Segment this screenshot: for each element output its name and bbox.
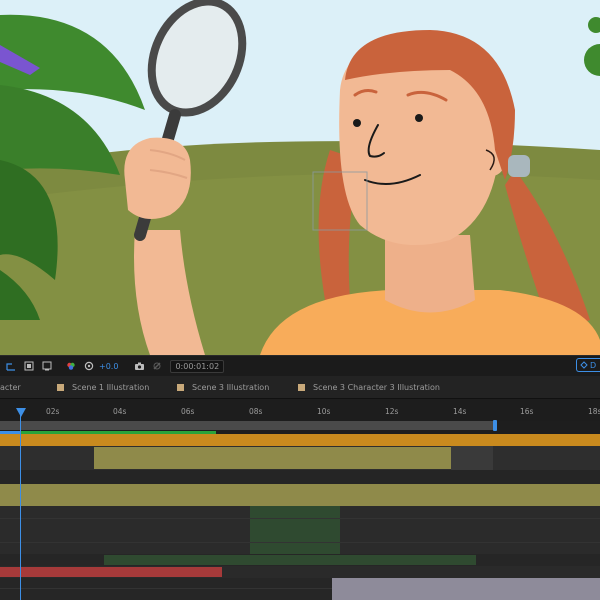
ruler-tick-label: 04s (113, 407, 127, 416)
exposure-reset-icon[interactable] (82, 359, 96, 373)
ruler-tick-label: 08s (249, 407, 263, 416)
composition-duration-bar[interactable] (0, 434, 600, 446)
exposure-value[interactable]: +0.0 (99, 362, 118, 371)
row-divider (0, 518, 600, 519)
tab-label: Scene 1 Illustration (72, 382, 150, 392)
color-channel-icon[interactable] (64, 359, 78, 373)
tab-scene-3-character-3-illustration[interactable]: Scene 3 Character 3 Illustration (298, 376, 440, 398)
tab-character[interactable]: acter (0, 376, 21, 398)
composition-icon (298, 383, 305, 391)
composition-flowchart-icon[interactable] (4, 359, 18, 373)
neck (385, 235, 475, 313)
layer-track-row (0, 470, 600, 484)
ruler-tick-label: 02s (46, 407, 60, 416)
viewer-toolbar: +0.0 0:00:01:02 D (0, 355, 600, 376)
layer-track-row (0, 506, 600, 554)
current-time-indicator-line[interactable] (20, 413, 21, 600)
work-area-end-handle[interactable] (493, 420, 497, 431)
tab-scene-3-illustration[interactable]: Scene 3 Illustration (177, 376, 269, 398)
ruler-tick-label: 18s (588, 407, 600, 416)
ruler-tick-label: 12s (385, 407, 399, 416)
layer-bar[interactable] (0, 567, 222, 577)
transparency-grid-icon[interactable] (40, 359, 54, 373)
current-time-indicator-handle[interactable] (16, 408, 26, 417)
composition-viewer[interactable] (0, 0, 600, 355)
right-eye (415, 114, 423, 122)
layer-bar[interactable] (104, 555, 476, 565)
viewer-options-label: D (590, 360, 597, 370)
composition-tabs: acter Scene 1 Illustration Scene 3 Illus… (0, 376, 600, 399)
ruler-tick-label: 14s (453, 407, 467, 416)
layer-bar[interactable] (332, 578, 600, 600)
row-divider (0, 542, 600, 543)
ruler-tick-label: 16s (520, 407, 534, 416)
layer-track-row (0, 566, 600, 578)
show-snapshot-icon[interactable] (150, 359, 164, 373)
tab-label: Scene 3 Character 3 Illustration (313, 382, 440, 392)
after-effects-window: +0.0 0:00:01:02 D acter Scene 1 Illustra… (0, 0, 600, 600)
layer-track-row (0, 554, 600, 566)
row-divider (0, 588, 332, 589)
left-eye (353, 119, 361, 127)
layer-bar-full[interactable] (0, 484, 600, 506)
layer-tail (451, 446, 493, 470)
tab-label: acter (0, 382, 21, 392)
ruler-tick-label: 10s (317, 407, 331, 416)
time-ruler[interactable]: 02s 04s 06s 08s 10s 12s 14s 16s 18s (0, 399, 600, 421)
layer-track-area (0, 434, 600, 600)
tab-label: Scene 3 Illustration (192, 382, 270, 392)
hair-tie (508, 155, 530, 177)
illustration-canvas (0, 0, 600, 355)
view-icon (580, 361, 588, 369)
composition-icon (57, 383, 64, 391)
region-of-interest-icon[interactable] (22, 359, 36, 373)
composition-icon (177, 383, 184, 391)
snapshot-camera-icon[interactable] (132, 359, 146, 373)
layer-bar[interactable] (250, 506, 340, 554)
current-time-display[interactable]: 0:00:01:02 (170, 359, 225, 373)
work-area-bar[interactable] (0, 421, 497, 430)
layer-track-row (0, 446, 600, 470)
ruler-tick-label: 06s (181, 407, 195, 416)
tab-scene-1-illustration[interactable]: Scene 1 Illustration (57, 376, 149, 398)
layer-bar[interactable] (94, 447, 451, 469)
viewer-options-button[interactable]: D (576, 358, 600, 372)
layer-track-row (0, 578, 600, 600)
